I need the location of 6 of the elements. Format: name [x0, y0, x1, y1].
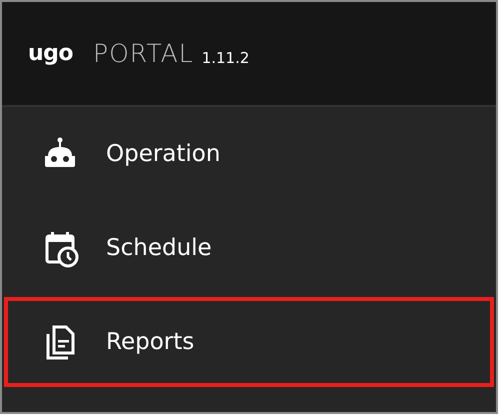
product-name: PORTAL — [93, 38, 194, 70]
logo: ugo — [28, 40, 74, 68]
menu-item[interactable]: Schedule — [2, 201, 496, 295]
menu-item[interactable]: Reports — [2, 295, 496, 389]
menu-item[interactable]: Operation — [2, 107, 496, 201]
version-label: 1.11.2 — [202, 48, 250, 70]
